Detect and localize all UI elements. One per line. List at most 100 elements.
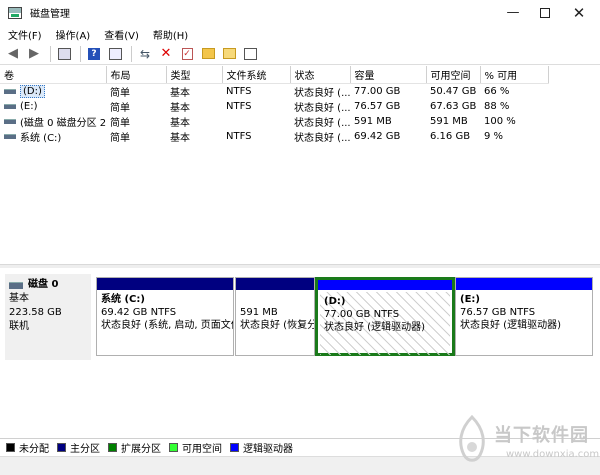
delete-icon[interactable]: ✕ xyxy=(157,45,175,63)
back-arrow-icon[interactable]: ◀ xyxy=(4,45,22,63)
connect-icon[interactable]: ⇆ xyxy=(136,45,154,63)
partition-size: 69.42 GB NTFS xyxy=(101,307,177,318)
partition-c[interactable]: 系统 (C:) 69.42 GB NTFS 状态良好 (系统, 启动, 页面文件 xyxy=(96,277,234,356)
title-bar: 磁盘管理 — ✕ xyxy=(0,0,600,25)
partition-name: 系统 (C:) xyxy=(101,294,145,305)
legend-label: 主分区 xyxy=(70,444,100,455)
drive-icon xyxy=(4,133,16,139)
watermark-title: 当下软件园 xyxy=(494,425,589,446)
partition-d[interactable]: (D:) 77.00 GB NTFS 状态良好 (逻辑驱动器) xyxy=(315,277,455,356)
col-free-space[interactable]: 可用空间 xyxy=(426,66,481,84)
partition-status: 状态良好 (恢复分 xyxy=(240,320,314,331)
drive-icon xyxy=(4,88,16,94)
col-volume[interactable]: 卷 xyxy=(0,66,107,84)
volume-name: (D:) xyxy=(20,84,45,98)
cell-percent-free: 66 % xyxy=(484,85,510,97)
legend-label: 未分配 xyxy=(19,444,49,455)
volume-name: (磁盘 0 磁盘分区 2) xyxy=(20,117,106,129)
table-row[interactable]: (D:) 简单 基本 NTFS 状态良好 (... 77.00 GB 50.47… xyxy=(0,83,548,99)
partition-e[interactable]: (E:) 76.57 GB NTFS 状态良好 (逻辑驱动器) xyxy=(455,277,593,356)
maximize-icon xyxy=(540,7,550,18)
cell-free-space: 67.63 GB xyxy=(430,100,477,112)
forward-arrow-icon[interactable]: ▶ xyxy=(25,45,43,63)
cell-capacity: 591 MB xyxy=(354,115,392,127)
col-type[interactable]: 类型 xyxy=(166,66,223,84)
volume-list: 卷 布局 类型 文件系统 状态 容量 可用空间 % 可用 (D:) 简单 基本 … xyxy=(0,66,600,264)
check-icon[interactable]: ✓ xyxy=(178,45,196,63)
volume-table: 卷 布局 类型 文件系统 状态 容量 可用空间 % 可用 (D:) 简单 基本 … xyxy=(0,66,549,144)
menu-view[interactable]: 查看(V) xyxy=(104,27,139,42)
cell-filesystem: NTFS xyxy=(226,85,252,97)
table-row[interactable]: 系统 (C:) 简单 基本 NTFS 状态良好 (... 69.42 GB 6.… xyxy=(0,129,548,144)
partition-bar xyxy=(318,280,452,290)
cell-capacity: 69.42 GB xyxy=(354,130,401,142)
cell-capacity: 77.00 GB xyxy=(354,85,401,97)
menu-file[interactable]: 文件(F) xyxy=(8,27,42,42)
legend-swatch xyxy=(230,443,239,452)
watermark-logo xyxy=(459,415,485,462)
drive-icon xyxy=(4,118,16,124)
table-row[interactable]: (磁盘 0 磁盘分区 2) 简单 基本 状态良好 (... 591 MB 591… xyxy=(0,114,548,129)
partition-recovery[interactable]: 591 MB 状态良好 (恢复分 xyxy=(235,277,315,356)
cell-layout: 简单 xyxy=(110,132,130,144)
disk-management-icon xyxy=(8,6,22,19)
minimize-button[interactable]: — xyxy=(496,0,530,25)
console-tree-icon[interactable] xyxy=(55,45,73,63)
partition-status: 状态良好 (逻辑驱动器) xyxy=(460,320,561,331)
table-header: 卷 布局 类型 文件系统 状态 容量 可用空间 % 可用 xyxy=(0,66,549,84)
volume-name: (E:) xyxy=(20,100,38,112)
cell-capacity: 76.57 GB xyxy=(354,100,401,112)
toolbar-separator xyxy=(131,45,132,62)
cell-type: 基本 xyxy=(170,87,190,99)
partition-size: 77.00 GB NTFS xyxy=(324,309,400,320)
watermark: 当下软件园 www.downxia.com xyxy=(450,415,600,471)
menu-bar: 文件(F) 操作(A) 查看(V) 帮助(H) xyxy=(0,25,600,43)
partition-status: 状态良好 (逻辑驱动器) xyxy=(324,322,425,333)
cell-percent-free: 9 % xyxy=(484,130,504,142)
legend-item: 扩展分区 xyxy=(108,440,161,455)
disk-state: 联机 xyxy=(9,321,29,332)
cell-type: 基本 xyxy=(170,117,190,129)
legend-label: 逻辑驱动器 xyxy=(243,444,293,455)
partition-bar xyxy=(97,278,233,290)
cell-free-space: 50.47 GB xyxy=(430,85,477,97)
maximize-button[interactable] xyxy=(528,0,562,25)
partition-name: (E:) xyxy=(460,294,480,305)
drive-icon xyxy=(4,103,16,109)
partition-bar xyxy=(236,278,314,290)
cell-status: 状态良好 (... xyxy=(294,132,350,144)
disk-info[interactable]: 磁盘 0 基本 223.58 GB 联机 xyxy=(5,274,91,360)
cell-type: 基本 xyxy=(170,132,190,144)
menu-help[interactable]: 帮助(H) xyxy=(153,27,188,42)
toolbar: ◀ ▶ ? ⇆ ✕ ✓ xyxy=(0,43,600,65)
cell-status: 状态良好 (... xyxy=(294,117,350,129)
disk-graphical-view: 磁盘 0 基本 223.58 GB 联机 系统 (C:) 69.42 GB NT… xyxy=(0,268,600,438)
menu-action[interactable]: 操作(A) xyxy=(56,27,91,42)
legend-item: 主分区 xyxy=(57,440,100,455)
watermark-url: www.downxia.com xyxy=(506,449,600,460)
cell-percent-free: 100 % xyxy=(484,115,516,127)
legend-item: 可用空间 xyxy=(169,440,222,455)
close-button[interactable]: ✕ xyxy=(562,0,596,25)
partition-name: (D:) xyxy=(324,296,346,307)
cell-free-space: 591 MB xyxy=(430,115,468,127)
cell-type: 基本 xyxy=(170,102,190,114)
table-row[interactable]: (E:) 简单 基本 NTFS 状态良好 (... 76.57 GB 67.63… xyxy=(0,99,548,114)
folder-open-icon[interactable] xyxy=(220,45,238,63)
disk-list-icon[interactable] xyxy=(241,45,259,63)
help-icon[interactable]: ? xyxy=(85,45,103,63)
col-status[interactable]: 状态 xyxy=(290,66,351,84)
folder-up-icon[interactable] xyxy=(199,45,217,63)
legend-item: 未分配 xyxy=(6,440,49,455)
col-filesystem[interactable]: 文件系统 xyxy=(222,66,291,84)
cell-free-space: 6.16 GB xyxy=(430,130,471,142)
cell-status: 状态良好 (... xyxy=(294,87,350,99)
legend-label: 可用空间 xyxy=(182,444,222,455)
col-capacity[interactable]: 容量 xyxy=(350,66,427,84)
legend-label: 扩展分区 xyxy=(121,444,161,455)
properties-icon[interactable] xyxy=(106,45,124,63)
col-layout[interactable]: 布局 xyxy=(106,66,167,84)
legend-swatch xyxy=(169,443,178,452)
col-percent-free[interactable]: % 可用 xyxy=(480,66,549,84)
disk-size: 223.58 GB xyxy=(9,307,62,318)
